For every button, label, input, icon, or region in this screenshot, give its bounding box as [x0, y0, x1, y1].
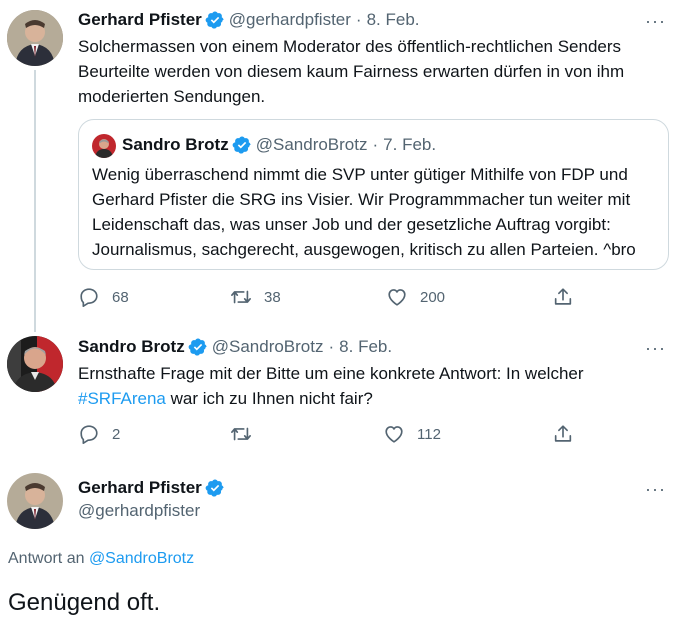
avatar-gerhard-pfister[interactable] — [7, 10, 63, 66]
retweet-button[interactable] — [230, 423, 264, 445]
like-count: 112 — [417, 425, 441, 443]
author-name[interactable]: Gerhard Pfister — [78, 9, 202, 31]
verified-badge-icon — [205, 479, 224, 497]
retweet-button[interactable]: 38 — [230, 286, 281, 308]
retweet-icon — [231, 427, 251, 441]
tweet2-actions: 2 112 — [78, 423, 578, 445]
tweet3-header: Gerhard Pfister — [78, 477, 229, 499]
tweet1-header: Gerhard Pfister @gerhardpfister · 8. Feb… — [78, 9, 420, 31]
reply-button[interactable]: 68 — [78, 286, 129, 308]
verified-badge-icon — [205, 11, 224, 29]
tweet-text-line: Ernsthafte Frage mit der Bitte um eine k… — [78, 364, 584, 383]
like-count: 200 — [420, 288, 446, 306]
verified-badge-icon — [188, 338, 207, 356]
hashtag-link[interactable]: #SRFArena — [78, 389, 166, 408]
quoted-tweet[interactable]: Sandro Brotz @SandroBrotz · 7. Feb. Weni… — [78, 119, 669, 270]
tweet1-actions: 68 38 200 — [78, 286, 578, 308]
author-name[interactable]: Sandro Brotz — [78, 336, 185, 358]
reply-icon — [80, 288, 98, 307]
tweet3-handle-row: @gerhardpfister — [78, 500, 200, 522]
avatar-gerhard-pfister[interactable] — [7, 473, 63, 529]
author-handle[interactable]: @gerhardpfister — [229, 9, 351, 31]
quote-text-line: Gerhard Pfister die SRG ins Visier. Wir … — [92, 190, 631, 209]
tweet3-text: Genügend oft. — [8, 589, 161, 616]
author-handle[interactable]: @gerhardpfister — [78, 500, 200, 522]
quote-header: Sandro Brotz @SandroBrotz · 7. Feb. — [122, 134, 436, 156]
more-options-icon[interactable]: ··· — [645, 12, 666, 30]
tweet-text-line: Solchermassen von einem Moderator des öf… — [78, 37, 622, 56]
quote-text-line: Wenig überraschend nimmt die SVP unter g… — [92, 165, 628, 184]
tweet2-header: Sandro Brotz @SandroBrotz · 8. Feb. — [78, 336, 392, 358]
quote-text-line: Leidenschaft das, was unser Job und der … — [92, 215, 611, 234]
share-button[interactable] — [552, 286, 574, 308]
retweet-count: 38 — [264, 288, 281, 306]
share-icon — [554, 288, 572, 305]
like-button[interactable]: 200 — [386, 286, 445, 308]
tweet1-text: Solchermassen von einem Moderator des öf… — [78, 34, 673, 109]
quote-author-name: Sandro Brotz — [122, 135, 229, 154]
heart-icon — [388, 289, 406, 306]
tweet-text-line: #SRFArena war ich zu Ihnen nicht fair? — [78, 386, 673, 411]
replying-to-link[interactable]: @SandroBrotz — [89, 550, 194, 567]
reply-button[interactable]: 2 — [78, 423, 120, 445]
share-button[interactable] — [552, 423, 574, 445]
quote-author-handle: @SandroBrotz — [255, 135, 368, 154]
tweet-date[interactable]: 8. Feb. — [367, 9, 420, 31]
like-button[interactable]: 112 — [383, 423, 441, 445]
quote-text-line: Journalismus, sachgerecht, ausgewogen, k… — [92, 240, 636, 259]
share-icon — [554, 425, 572, 442]
verified-badge-icon — [232, 136, 251, 154]
tweet2-text: Ernsthafte Frage mit der Bitte um eine k… — [78, 361, 673, 411]
separator: · — [328, 337, 335, 356]
reply-count: 2 — [112, 425, 121, 443]
reply-count: 68 — [112, 288, 129, 306]
heart-icon — [385, 426, 403, 443]
quote-date: 7. Feb. — [383, 135, 437, 154]
more-options-icon[interactable]: ··· — [645, 339, 666, 357]
avatar-sandro-brotz[interactable] — [7, 336, 63, 392]
author-handle[interactable]: @SandroBrotz — [212, 336, 324, 358]
tweet-text-line: moderierten Sendungen. — [78, 87, 266, 106]
separator: · — [355, 10, 362, 29]
author-name[interactable]: Gerhard Pfister — [78, 477, 202, 499]
avatar-sandro-brotz-small — [92, 134, 116, 158]
thread-line — [34, 70, 36, 332]
tweet-thread: Gerhard Pfister @gerhardpfister · 8. Feb… — [0, 0, 680, 627]
retweet-icon — [231, 290, 251, 304]
more-options-icon[interactable]: ··· — [645, 480, 666, 498]
replying-prefix: Antwort an — [8, 550, 89, 567]
reply-icon — [80, 425, 98, 444]
tweet-text-rest: war ich zu Ihnen nicht fair? — [165, 389, 373, 408]
tweet-text-line: Beurteilte werden von diesem kaum Fairne… — [78, 62, 625, 81]
quote-text: Wenig überraschend nimmt die SVP unter g… — [92, 162, 662, 262]
separator: · — [372, 135, 379, 154]
tweet-date[interactable]: 8. Feb. — [339, 336, 392, 358]
replying-to: Antwort an @SandroBrotz — [8, 550, 194, 568]
